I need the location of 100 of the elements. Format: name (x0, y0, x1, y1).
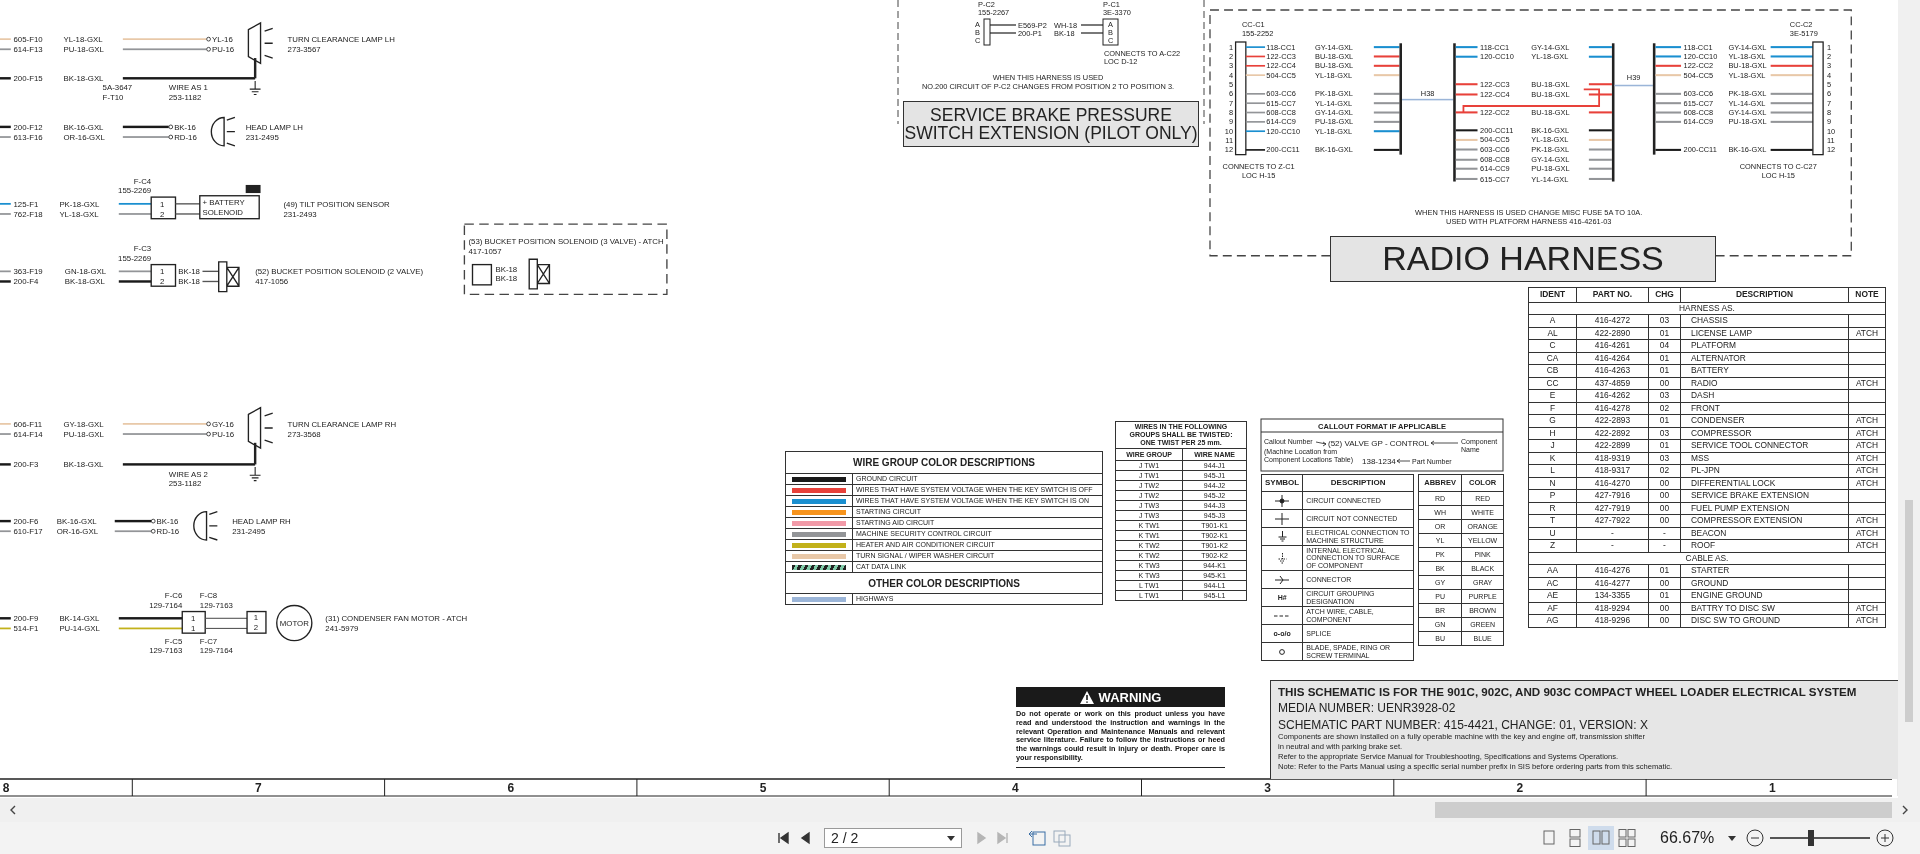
harness-title: RADIO HARNESS (1330, 236, 1716, 282)
table-cell: 416-4272 (1576, 314, 1649, 327)
circuit-label: 122-CC3 (1266, 52, 1296, 61)
pin-label: BK-18 (495, 274, 518, 284)
wire-line (1245, 149, 1266, 151)
pin-label: YL-16 (211, 34, 233, 44)
schematic-info: SCHEMATIC PART NUMBER: 415-4421, CHANGE: 01, VERSION: X (1278, 718, 1649, 732)
zoom-in-icon[interactable] (1876, 829, 1895, 847)
table-cell: P (1528, 489, 1577, 502)
component-name: (52) BUCKET POSITION SOLENOID (2 VALVE) (255, 267, 424, 277)
circuit-label: 608-CC8 (1480, 155, 1510, 165)
pin-number: 12 (1224, 145, 1234, 155)
table-cell: AG (1528, 614, 1577, 627)
arrow-icon (1430, 440, 1459, 446)
table-cell: 418-9319 (1576, 452, 1649, 465)
table-cell: 427-7916 (1576, 489, 1649, 502)
connector-label: CC-C2 (1789, 19, 1813, 29)
lamp-icon (210, 116, 236, 147)
zoom-level[interactable]: 66.67% (1660, 829, 1715, 847)
wire-line (1081, 32, 1103, 34)
component-name: TURN CLEARANCE LAMP LH (287, 34, 395, 44)
wire-label: YL-18-GXL (1314, 70, 1352, 80)
wire-line (202, 280, 219, 283)
motor-terminal (246, 610, 267, 634)
scrollbar-thumb[interactable] (1435, 802, 1892, 818)
wire-label: YL-18-GXL (1531, 135, 1569, 145)
wire-line (1588, 158, 1612, 161)
note-text: 253-1182 (168, 479, 202, 488)
wire-line (0, 77, 11, 80)
dashed-symbol-icon (1274, 614, 1291, 617)
pin-label: RD-16 (156, 526, 180, 536)
circuit-label: 118-CC1 (1480, 42, 1510, 52)
pin-number: 7 (1228, 98, 1234, 108)
table-cell: STARTER (1680, 564, 1849, 577)
table-cell: 02 (1648, 464, 1681, 477)
horizontal-scrollbar[interactable] (0, 798, 1920, 822)
column-header: SYMBOL (1261, 474, 1303, 492)
circuit-label: 200-F6 (13, 516, 39, 526)
wire-line (1245, 55, 1266, 58)
scrollbar-thumb[interactable] (1905, 500, 1913, 722)
motor-text: MOTOR (279, 618, 309, 628)
wire-line (1588, 177, 1612, 180)
table-cell: H (1528, 427, 1577, 440)
wire-line (0, 280, 11, 283)
harness-note: USED WITH PLATFORM HARNESS 416-4261-03 (1446, 216, 1612, 226)
connector-label: CC-C1 (1242, 19, 1265, 29)
connector-box (471, 263, 493, 286)
wire-line (202, 270, 219, 273)
wire-line (0, 213, 11, 215)
wire-line (1770, 64, 1813, 67)
pin-number: 6 (1228, 89, 1234, 99)
part-number: 155-2269 (118, 253, 152, 263)
warning-title: WARNING (1098, 689, 1162, 705)
pin-number: 5 (1228, 80, 1234, 90)
wire-line (0, 270, 11, 273)
table-cell: AE (1528, 589, 1577, 602)
circuit-label: 603-CC6 (1683, 89, 1714, 99)
callout-example: 138-1234 (1362, 457, 1396, 466)
table-cell: 01 (1648, 364, 1681, 377)
wire-line (1770, 120, 1813, 123)
table-cell: 418-9294 (1576, 602, 1649, 615)
circuit-label: 122-CC3 (1480, 79, 1510, 89)
table-cell: 134-3355 (1576, 589, 1649, 602)
highway-line (1614, 84, 1653, 87)
table-cell: G (1528, 414, 1577, 427)
pin-number: 9 (1228, 117, 1234, 127)
wire-label: BK-16-GXL (1531, 125, 1570, 135)
table-cell: DASH (1680, 389, 1849, 402)
zoom-out-icon[interactable] (1746, 829, 1765, 847)
table-cell: RADIO (1680, 377, 1849, 390)
caret-icon[interactable] (1728, 835, 1737, 841)
page-field[interactable]: 2 / 2 (824, 828, 962, 848)
pin-number: 2 (253, 623, 259, 633)
circuit-label: 615-CC7 (1480, 174, 1510, 184)
terminal-symbol-icon (1279, 648, 1286, 655)
vertical-scrollbar[interactable] (1898, 0, 1920, 798)
table-cell: E (1528, 389, 1577, 402)
pin-number: 1 (160, 267, 165, 277)
wire-line (1588, 167, 1612, 170)
table-cell: ENGINE GROUND (1680, 589, 1849, 602)
circuit-label: 606-F11 (13, 419, 43, 429)
connector-symbol-icon (1275, 574, 1290, 585)
connects-note: CONNECTS TO Z-C1 (1222, 161, 1295, 171)
pin-number: 11 (1225, 136, 1234, 146)
wire-label: BK-18-GXL (63, 74, 104, 83)
pin-number: 2 (1228, 52, 1234, 61)
wire-line (1245, 74, 1266, 76)
zone-number: 8 (2, 781, 10, 795)
lamp-icon (247, 406, 274, 450)
slider-thumb[interactable] (1808, 830, 1815, 846)
component-name: HEAD LAMP RH (232, 516, 291, 526)
table-cell: MSS (1680, 452, 1849, 465)
table-cell: 418-9317 (1576, 464, 1649, 477)
lamp-icon (193, 510, 219, 541)
table-cell: - (1648, 527, 1681, 540)
note-text: WIRE AS 2 (168, 469, 208, 479)
table-cell: 03 (1648, 314, 1681, 327)
page-number: 2 / 2 (831, 830, 859, 846)
wire-line (1245, 130, 1266, 133)
table-cell: 416-4263 (1576, 364, 1649, 377)
